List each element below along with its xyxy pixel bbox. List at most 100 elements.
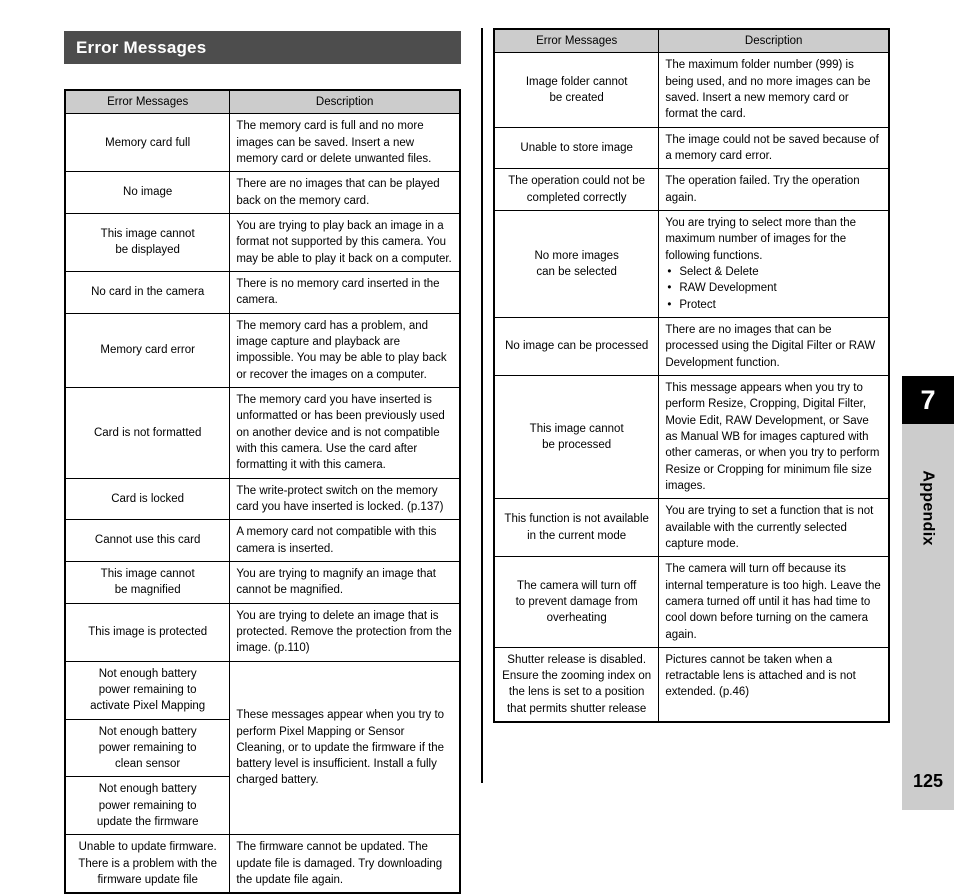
chapter-number-badge: 7	[902, 376, 954, 424]
table-row: This image cannot be processed This messag…	[493, 374, 890, 500]
left-table-wrapper: Error Messages Description Memory card f…	[64, 89, 461, 894]
error-message-cell: No more images can be selected	[493, 209, 660, 318]
column-header-description: Description	[658, 28, 890, 54]
description-cell: You are trying to select more than the m…	[658, 209, 890, 318]
error-message-cell: The camera will turn off to prevent damag…	[493, 556, 660, 648]
error-message-cell: Image folder cannot be created	[493, 52, 660, 128]
page-number: 125	[912, 771, 944, 791]
description-cell: There are no images that can be played b…	[229, 171, 461, 214]
bullet-item: • Protect	[665, 297, 882, 313]
description-cell: You are trying to magnify an image that …	[229, 560, 461, 604]
table-row: Shutter release is disabled. Ensure the z…	[493, 646, 890, 723]
page-title: Error Messages	[76, 37, 207, 57]
chapter-name-label: Appendix	[920, 470, 938, 546]
column-header-error-messages: Error Messages	[493, 28, 660, 54]
description-cell: The maximum folder number (999) is being…	[658, 52, 890, 128]
table-body: Memory card full The memory card is full …	[64, 113, 461, 894]
document-page: Error Messages Error Messages Descriptio…	[0, 0, 954, 894]
chapter-tab: 7 Appendix 125	[902, 376, 954, 810]
description-text: The camera will turn off because its int…	[665, 563, 881, 641]
error-message-cell: This image cannot be displayed	[64, 212, 231, 272]
table-row: Memory card error The memory card has a p…	[64, 312, 461, 388]
description-text: You are trying to set a function that is…	[665, 505, 874, 550]
bullet-dot-icon: •	[667, 265, 672, 278]
table-row: Not enough battery power remaining to acti…	[64, 660, 461, 836]
description-text: You are trying to magnify an image that …	[236, 567, 436, 597]
table-row: The camera will turn off to prevent damag…	[493, 556, 890, 648]
description-cell: There is no memory card inserted in the …	[229, 270, 461, 314]
table-row: Card is locked The write-protect switch o…	[64, 477, 461, 521]
error-message-cell: No card in the camera	[64, 270, 231, 314]
error-message-cell: Memory card full	[64, 113, 231, 173]
description-text: The write-protect switch on the memory c…	[236, 484, 444, 513]
description-text: These messages appear when you try to pe…	[236, 709, 445, 787]
table-row: No image There are no images that can be …	[64, 171, 461, 214]
description-cell: The memory card has a problem, and image…	[229, 312, 461, 388]
description-cell: Pictures cannot be taken when a retracta…	[658, 646, 890, 723]
table-row: This image is protected You are trying to…	[64, 602, 461, 662]
description-text: There are no images that can be played b…	[236, 178, 440, 207]
description-cell: The memory card you have inserted is unf…	[229, 386, 461, 479]
table-row: This function is not available in the cur…	[493, 498, 890, 558]
description-text: The image could not be saved because of …	[665, 133, 879, 162]
error-message-cell: This function is not available in the cur…	[493, 498, 660, 558]
table-row: No card in the camera There is no memory …	[64, 270, 461, 314]
error-message-cell: Cannot use this card	[64, 519, 231, 562]
table-row: Memory card full The memory card is full …	[64, 113, 461, 173]
description-text: The memory card has a problem, and image…	[236, 319, 447, 381]
table-header-row: Error Messages Description	[493, 28, 890, 54]
description-cell: The image could not be saved because of …	[658, 126, 890, 170]
description-cell: The camera will turn off because its int…	[658, 556, 890, 648]
table-row: Unable to store image The image could not…	[493, 126, 890, 170]
bullet-item: • Select & Delete	[665, 264, 882, 280]
error-message-cell: No image can be processed	[493, 316, 660, 376]
table-body: Image folder cannot be created The maximum…	[493, 52, 890, 723]
table-row: Cannot use this card A memory card not co…	[64, 519, 461, 562]
error-message-cell: Not enough battery power remaining to acti…	[64, 660, 231, 720]
column-header-description: Description	[229, 89, 461, 115]
left-column: Error Messages Error Messages Descriptio…	[64, 31, 461, 894]
description-cell: The operation failed. Try the operation …	[658, 168, 890, 211]
error-message-cell: Not enough battery power remaining to upda…	[64, 776, 231, 836]
table-row: Unable to update firmware. There is a pro…	[64, 834, 461, 894]
description-text: A memory card not compatible with this c…	[236, 526, 437, 555]
description-text: You are trying to select more than the m…	[665, 216, 857, 262]
column-divider	[481, 28, 483, 783]
bullet-item: • RAW Development	[665, 280, 882, 296]
table-row: Image folder cannot be created The maximum…	[493, 52, 890, 128]
description-text: The memory card is full and no more imag…	[236, 120, 432, 165]
description-text: The memory card you have inserted is unf…	[236, 393, 445, 472]
description-text: There is no memory card inserted in the …	[236, 277, 440, 307]
error-message-cell: This image is protected	[64, 602, 231, 662]
table-row: The operation could not be completed corr…	[493, 168, 890, 211]
description-cell: You are trying to delete an image that i…	[229, 602, 461, 662]
description-text: The maximum folder number (999) is being…	[665, 59, 871, 121]
description-cell: These messages appear when you try to pe…	[229, 660, 461, 836]
error-message-cell: No image	[64, 171, 231, 214]
error-message-cell: Shutter release is disabled. Ensure the z…	[493, 646, 660, 723]
description-cell: A memory card not compatible with this c…	[229, 519, 461, 562]
error-messages-table-right: Error Messages Description Image folder …	[493, 28, 890, 724]
description-cell: The firmware cannot be updated. The upda…	[229, 834, 461, 894]
bullet-dot-icon: •	[667, 282, 672, 295]
description-text: The firmware cannot be updated. The upda…	[236, 841, 443, 887]
table-row: This image cannot be displayed You are try…	[64, 212, 461, 272]
error-message-cell: Memory card error	[64, 312, 231, 388]
error-message-cell: Unable to store image	[493, 126, 660, 170]
error-message-cell: Card is not formatted	[64, 386, 231, 479]
table-row: Card is not formatted The memory card you…	[64, 386, 461, 479]
description-bullet-list: • Select & Delete • RAW Development • Protect	[665, 264, 882, 313]
error-message-cell: The operation could not be completed corr…	[493, 168, 660, 211]
description-cell: The write-protect switch on the memory c…	[229, 477, 461, 521]
error-message-cell: Card is locked	[64, 477, 231, 521]
description-text: You are trying to delete an image that i…	[236, 609, 452, 655]
description-text: There are no images that can be processe…	[665, 323, 876, 369]
right-column: Error Messages Description Image folder …	[493, 28, 890, 724]
description-text: You are trying to play back an image in …	[236, 219, 452, 265]
description-text: This message appears when you try to per…	[665, 381, 880, 492]
description-cell: You are trying to set a function that is…	[658, 498, 890, 558]
table-header-row: Error Messages Description	[64, 89, 461, 115]
error-message-cell: Unable to update firmware. There is a pro…	[64, 834, 231, 894]
error-message-cell: This image cannot be magnified	[64, 560, 231, 604]
description-cell: You are trying to play back an image in …	[229, 212, 461, 272]
